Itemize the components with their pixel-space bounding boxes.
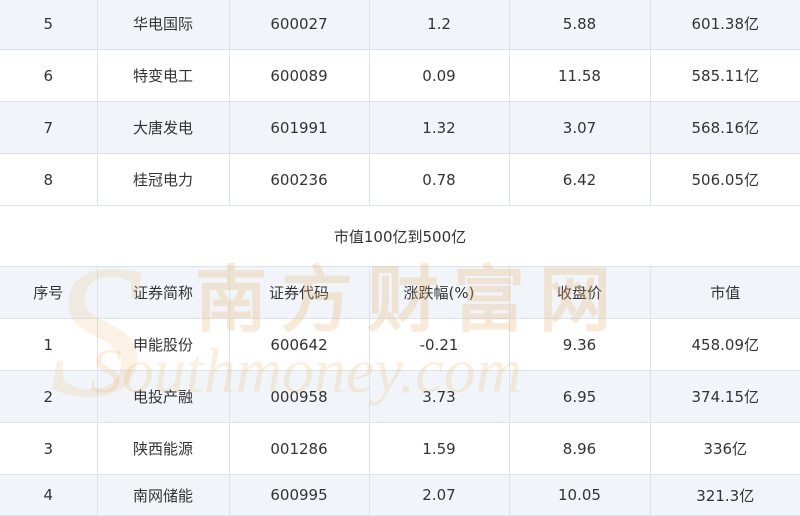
- cell-close: 8.96: [509, 422, 651, 475]
- cell-index: 3: [0, 422, 98, 475]
- cell-index: 6: [0, 49, 98, 102]
- cell-code: 600995: [229, 474, 370, 516]
- cell-change: 0.09: [369, 49, 510, 102]
- table-row: 7 大唐发电 601991 1.32 3.07 568.16亿: [0, 101, 800, 154]
- header-change: 涨跌幅(%): [369, 266, 510, 319]
- cell-code: 601991: [229, 101, 370, 154]
- cell-code: 600027: [229, 0, 370, 50]
- cell-name: 大唐发电: [97, 101, 230, 154]
- cell-name: 南网储能: [97, 474, 230, 516]
- cell-cap: 458.09亿: [650, 318, 800, 371]
- cell-cap: 374.15亿: [650, 370, 800, 423]
- cell-change: 1.2: [369, 0, 510, 50]
- cell-index: 2: [0, 370, 98, 423]
- cell-close: 6.42: [509, 153, 651, 206]
- cell-code: 000958: [229, 370, 370, 423]
- header-code: 证券代码: [229, 266, 370, 319]
- table-row: 4 南网储能 600995 2.07 10.05 321.3亿: [0, 474, 800, 516]
- cell-name: 申能股份: [97, 318, 230, 371]
- cell-change: 1.32: [369, 101, 510, 154]
- cell-close: 11.58: [509, 49, 651, 102]
- table-row: 8 桂冠电力 600236 0.78 6.42 506.05亿: [0, 153, 800, 206]
- cell-change: -0.21: [369, 318, 510, 371]
- cell-code: 600089: [229, 49, 370, 102]
- header-close: 收盘价: [509, 266, 651, 319]
- cell-name: 电投产融: [97, 370, 230, 423]
- cell-change: 1.59: [369, 422, 510, 475]
- cell-close: 10.05: [509, 474, 651, 516]
- cell-name: 华电国际: [97, 0, 230, 50]
- cell-close: 5.88: [509, 0, 651, 50]
- cell-close: 6.95: [509, 370, 651, 423]
- cell-cap: 336亿: [650, 422, 800, 475]
- stock-table: 5 华电国际 600027 1.2 5.88 601.38亿 6 特变电工 60…: [0, 0, 800, 516]
- header-row: 序号 证券简称 证券代码 涨跌幅(%) 收盘价 市值: [0, 266, 800, 319]
- table-row: 2 电投产融 000958 3.73 6.95 374.15亿: [0, 370, 800, 423]
- table-row: 5 华电国际 600027 1.2 5.88 601.38亿: [0, 0, 800, 50]
- section-row: 市值100亿到500亿: [0, 205, 800, 267]
- cell-name: 陕西能源: [97, 422, 230, 475]
- cell-cap: 585.11亿: [650, 49, 800, 102]
- cell-code: 600642: [229, 318, 370, 371]
- cell-cap: 568.16亿: [650, 101, 800, 154]
- section-title: 市值100亿到500亿: [0, 205, 800, 267]
- cell-cap: 601.38亿: [650, 0, 800, 50]
- table-row: 1 申能股份 600642 -0.21 9.36 458.09亿: [0, 318, 800, 371]
- cell-change: 2.07: [369, 474, 510, 516]
- cell-code: 001286: [229, 422, 370, 475]
- cell-index: 4: [0, 474, 98, 516]
- header-name: 证券简称: [97, 266, 230, 319]
- cell-change: 0.78: [369, 153, 510, 206]
- table-row: 6 特变电工 600089 0.09 11.58 585.11亿: [0, 49, 800, 102]
- cell-index: 5: [0, 0, 98, 50]
- cell-name: 桂冠电力: [97, 153, 230, 206]
- cell-change: 3.73: [369, 370, 510, 423]
- header-index: 序号: [0, 266, 98, 319]
- cell-index: 8: [0, 153, 98, 206]
- cell-index: 1: [0, 318, 98, 371]
- cell-index: 7: [0, 101, 98, 154]
- cell-cap: 506.05亿: [650, 153, 800, 206]
- header-cap: 市值: [650, 266, 800, 319]
- cell-name: 特变电工: [97, 49, 230, 102]
- cell-close: 3.07: [509, 101, 651, 154]
- cell-close: 9.36: [509, 318, 651, 371]
- cell-code: 600236: [229, 153, 370, 206]
- cell-cap: 321.3亿: [650, 474, 800, 516]
- table-row: 3 陕西能源 001286 1.59 8.96 336亿: [0, 422, 800, 475]
